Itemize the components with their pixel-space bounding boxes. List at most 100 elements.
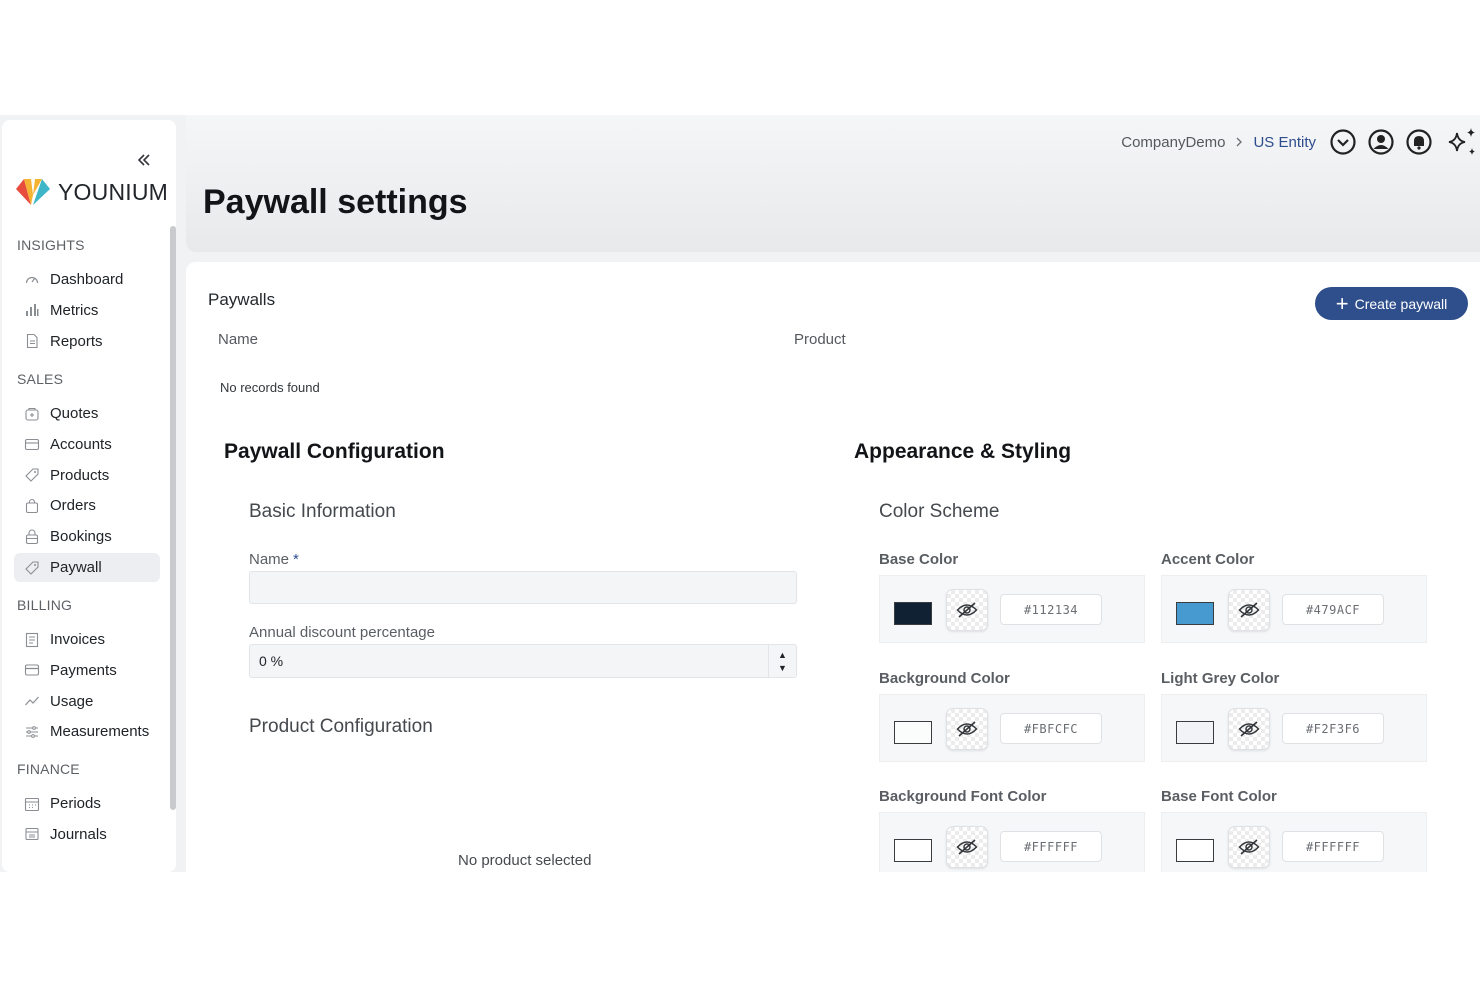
ai-sparkle-icon[interactable] <box>1444 127 1480 157</box>
name-label-text: Name <box>249 551 290 568</box>
main-content: Paywalls + Create paywall Name Product N… <box>186 262 1480 872</box>
chevron-down-circle-icon[interactable] <box>1328 127 1358 157</box>
sidebar-scrollbar[interactable] <box>170 226 176 810</box>
younium-logo-icon <box>16 179 50 205</box>
sidebar-item-usage[interactable]: Usage <box>14 687 160 716</box>
sidebar-item-label: Payments <box>50 661 117 679</box>
breadcrumb-company[interactable]: CompanyDemo <box>1121 134 1225 151</box>
page-header: CompanyDemo US Entity Paywall settings <box>186 115 1480 252</box>
sidebar-item-label: Bookings <box>50 528 112 546</box>
sidebar-item-paywall[interactable]: Paywall <box>14 553 160 582</box>
logo: YOUNIUM <box>16 177 168 207</box>
bar-chart-icon <box>24 302 40 318</box>
journal-icon <box>24 826 40 842</box>
background-font-color-swatch[interactable] <box>894 839 932 862</box>
name-field-label: Name * <box>249 551 299 568</box>
user-account-icon[interactable] <box>1366 127 1396 157</box>
sidebar-item-orders[interactable]: Orders <box>14 491 160 520</box>
page-title: Paywall settings <box>203 183 468 221</box>
eye-off-icon[interactable] <box>946 589 988 631</box>
quantity-stepper[interactable]: ▲ ▼ <box>768 645 796 677</box>
eye-off-icon[interactable] <box>1228 826 1270 868</box>
base-font-color-hex-input[interactable]: #FFFFFF <box>1282 831 1384 862</box>
accent-color-swatch[interactable] <box>1176 602 1214 625</box>
app-window: YOUNIUM INSIGHTS Dashboard Metrics Reports S… <box>0 115 1480 872</box>
sidebar-item-label: Periods <box>50 795 101 812</box>
light-grey-color-hex-input[interactable]: #F2F3F6 <box>1282 713 1384 744</box>
sidebar-item-metrics[interactable]: Metrics <box>14 296 160 325</box>
background-font-color-hex-input[interactable]: #FFFFFF <box>1000 831 1102 862</box>
document-icon <box>24 333 40 349</box>
sidebar-item-measurements[interactable]: Measurements <box>14 717 160 746</box>
discount-field[interactable]: 0 % ▲ ▼ <box>249 644 797 678</box>
required-marker: * <box>293 551 299 568</box>
background-color-label: Background Color <box>879 670 1010 687</box>
sidebar-item-quotes[interactable]: Quotes <box>14 399 160 428</box>
lock-bag-icon <box>24 529 40 545</box>
name-field[interactable] <box>249 571 797 604</box>
breadcrumb: CompanyDemo US Entity <box>1121 125 1480 159</box>
background-color-swatch[interactable] <box>894 721 932 744</box>
notifications-bell-icon[interactable] <box>1404 127 1434 157</box>
quote-icon <box>24 406 40 422</box>
base-color-swatch[interactable] <box>894 602 932 625</box>
dashboard-icon <box>24 272 40 288</box>
sidebar-section-insights: INSIGHTS <box>17 237 85 253</box>
basic-info-title: Basic Information <box>249 501 396 522</box>
sidebar-item-journals[interactable]: Journals <box>14 820 160 849</box>
sidebar-item-label: Usage <box>50 692 94 710</box>
sidebar-item-reports[interactable]: Reports <box>14 327 160 356</box>
card-icon <box>24 662 40 678</box>
base-font-color-swatch[interactable] <box>1176 839 1214 862</box>
bag-icon <box>24 498 40 514</box>
eye-off-icon[interactable] <box>946 708 988 750</box>
sidebar-section-sales: SALES <box>17 371 64 387</box>
background-font-color-picker: #FFFFFF <box>879 812 1145 872</box>
sidebar-item-label: Products <box>50 466 110 484</box>
base-color-picker: #112134 <box>879 575 1145 643</box>
stepper-down-icon[interactable]: ▼ <box>778 663 787 673</box>
sidebar-item-label: Journals <box>50 825 107 843</box>
empty-table-message: No records found <box>220 380 320 395</box>
sidebar-item-label: Invoices <box>50 631 106 648</box>
background-font-color-label: Background Font Color <box>879 788 1047 805</box>
light-grey-color-label: Light Grey Color <box>1161 670 1280 687</box>
accent-color-label: Accent Color <box>1161 551 1255 568</box>
sidebar-item-invoices[interactable]: Invoices <box>14 625 160 654</box>
sidebar-item-label: Quotes <box>50 405 99 422</box>
eye-off-icon[interactable] <box>946 826 988 868</box>
background-color-hex-input[interactable]: #FBFCFC <box>1000 713 1102 744</box>
calendar-icon <box>24 796 40 812</box>
trend-icon <box>24 693 40 709</box>
base-color-hex-input[interactable]: #112134 <box>1000 594 1102 625</box>
collapse-sidebar-icon[interactable] <box>134 150 154 170</box>
sidebar-item-products[interactable]: Products <box>14 461 160 490</box>
sidebar-item-label: Metrics <box>50 301 99 319</box>
base-font-color-label: Base Font Color <box>1161 788 1277 805</box>
sidebar-item-payments[interactable]: Payments <box>14 656 160 685</box>
sliders-icon <box>24 724 40 740</box>
sidebar-item-accounts[interactable]: Accounts <box>14 430 160 459</box>
sidebar-item-dashboard[interactable]: Dashboard <box>14 265 160 294</box>
sidebar: YOUNIUM INSIGHTS Dashboard Metrics Reports S… <box>2 120 176 872</box>
sidebar-item-bookings[interactable]: Bookings <box>14 522 160 551</box>
sidebar-item-label: Orders <box>50 497 96 515</box>
sidebar-item-label: Accounts <box>50 435 112 453</box>
sidebar-item-label: Dashboard <box>50 271 124 288</box>
eye-off-icon[interactable] <box>1228 589 1270 631</box>
create-paywall-button[interactable]: + Create paywall <box>1315 287 1468 320</box>
column-header-product[interactable]: Product <box>794 331 846 348</box>
tag-icon <box>24 467 40 483</box>
sidebar-item-periods[interactable]: Periods <box>14 789 160 818</box>
eye-off-icon[interactable] <box>1228 708 1270 750</box>
light-grey-color-swatch[interactable] <box>1176 721 1214 744</box>
breadcrumb-entity[interactable]: US Entity <box>1253 134 1316 151</box>
column-header-name[interactable]: Name <box>218 331 258 348</box>
background-color-picker: #FBFCFC <box>879 694 1145 762</box>
stepper-up-icon[interactable]: ▲ <box>778 650 787 660</box>
accent-color-hex-input[interactable]: #479ACF <box>1282 594 1384 625</box>
sidebar-section-finance: FINANCE <box>17 761 80 777</box>
base-font-color-picker: #FFFFFF <box>1161 812 1427 872</box>
appearance-section-title: Appearance & Styling <box>854 440 1072 463</box>
discount-value: 0 % <box>259 653 284 669</box>
